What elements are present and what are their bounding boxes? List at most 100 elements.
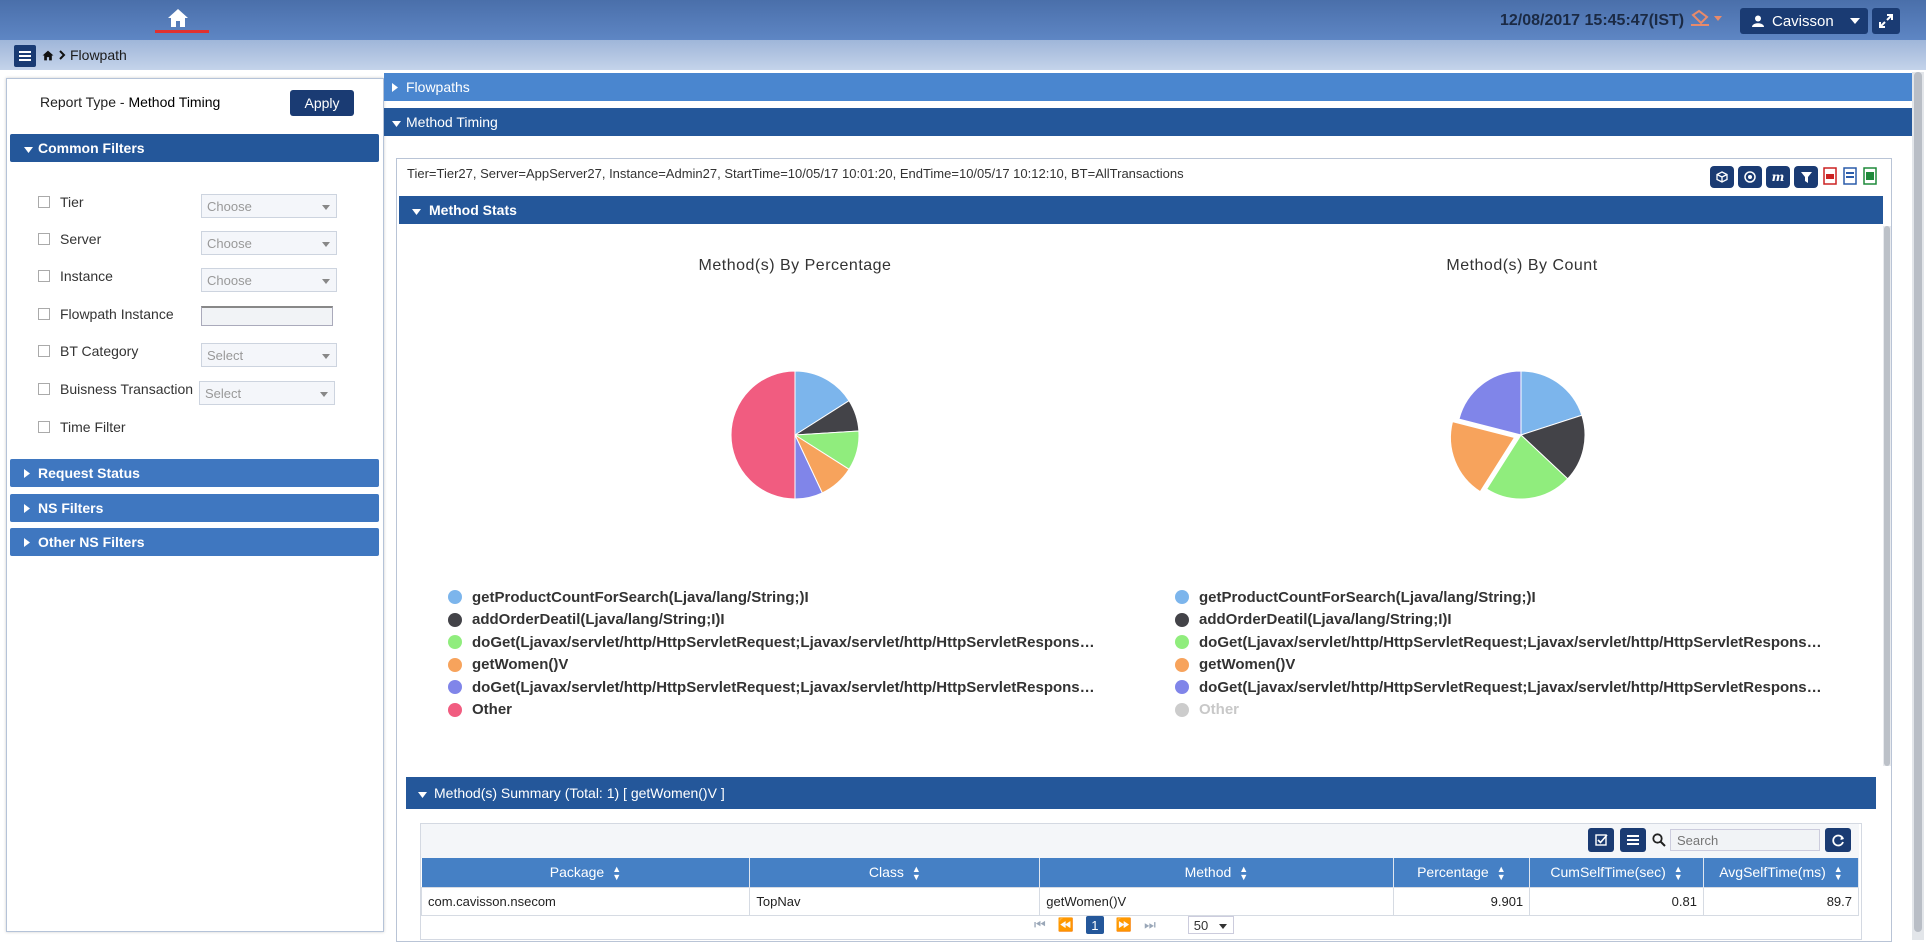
apply-button[interactable]: Apply bbox=[290, 90, 354, 116]
table-row[interactable]: com.cavisson.nsecom TopNav getWomen()V 9… bbox=[420, 887, 1860, 916]
home-icon[interactable] bbox=[160, 6, 196, 30]
database-icon[interactable] bbox=[1738, 166, 1762, 188]
cell-avgselftime: 89.7 bbox=[1702, 887, 1860, 916]
ns-filters-header[interactable]: NS Filters bbox=[10, 494, 379, 522]
pie-chart-percentage bbox=[730, 370, 860, 500]
legend-item[interactable]: doGet(Ljavax/servlet/http/HttpServletReq… bbox=[448, 676, 1148, 699]
alert-icon[interactable] bbox=[1690, 9, 1724, 32]
instance-checkbox[interactable] bbox=[38, 270, 50, 282]
legend-label: getProductCountForSearch(Ljava/lang/Stri… bbox=[472, 588, 809, 606]
user-menu-button[interactable]: Cavisson bbox=[1740, 8, 1868, 34]
legend-item[interactable]: addOrderDeatil(Ljava/lang/String;I)I bbox=[448, 609, 1148, 632]
filter-label: Buisness Transaction bbox=[60, 381, 194, 397]
panel-toolbar: m bbox=[1710, 166, 1878, 188]
pdf-export-icon[interactable] bbox=[1822, 166, 1838, 186]
server-select[interactable]: Choose bbox=[201, 231, 337, 255]
report-type: Report Type - Method Timing bbox=[40, 94, 220, 110]
caret-down-icon bbox=[24, 140, 33, 156]
flowpath-instance-input[interactable] bbox=[201, 306, 333, 326]
sort-icon: ▲ ▼ bbox=[1496, 864, 1506, 883]
excel-export-icon[interactable] bbox=[1862, 166, 1878, 186]
server-checkbox[interactable] bbox=[38, 233, 50, 245]
legend-item[interactable]: getWomen()V bbox=[448, 654, 1148, 677]
chevron-down-icon bbox=[1850, 18, 1860, 24]
legend-item[interactable]: getProductCountForSearch(Ljava/lang/Stri… bbox=[448, 586, 1148, 609]
column-header-cumselftime[interactable]: CumSelfTime(sec) ▲ ▼ bbox=[1529, 858, 1704, 888]
bt-category-checkbox[interactable] bbox=[38, 345, 50, 357]
tier-select[interactable]: Choose bbox=[201, 194, 337, 218]
sort-icon: ▲ ▼ bbox=[911, 864, 921, 883]
legend-item[interactable]: getProductCountForSearch(Ljava/lang/Stri… bbox=[1175, 586, 1875, 609]
chart-title: Method(s) By Percentage bbox=[698, 257, 892, 274]
filter-flowpath-instance: Flowpath Instance bbox=[38, 306, 174, 322]
menu-button[interactable] bbox=[14, 45, 36, 67]
table-search-input[interactable] bbox=[1670, 829, 1820, 851]
page-scrollbar[interactable] bbox=[1912, 72, 1924, 940]
method-summary-header[interactable]: Method(s) Summary (Total: 1) [ getWomen(… bbox=[406, 777, 1876, 809]
page-size-select[interactable]: 50 bbox=[1187, 916, 1234, 934]
bt-category-select[interactable]: Select bbox=[201, 343, 337, 367]
other-ns-filters-header[interactable]: Other NS Filters bbox=[10, 528, 379, 556]
business-transaction-select[interactable]: Select bbox=[199, 381, 335, 405]
legend-item[interactable]: addOrderDeatil(Ljava/lang/String;I)I bbox=[1175, 609, 1875, 632]
legend-marker bbox=[448, 702, 462, 717]
tier-checkbox[interactable] bbox=[38, 196, 50, 208]
legend-marker bbox=[1175, 590, 1189, 605]
section-label: NS Filters bbox=[38, 500, 104, 516]
refresh-icon bbox=[1831, 834, 1844, 846]
scrollbar-thumb[interactable] bbox=[1884, 226, 1890, 766]
time-filter-checkbox[interactable] bbox=[38, 421, 50, 433]
last-page-icon[interactable]: ⏭ bbox=[1144, 917, 1156, 933]
stats-scrollbar[interactable] bbox=[1883, 226, 1891, 766]
column-header-package[interactable]: Package ▲ ▼ bbox=[421, 858, 751, 888]
previous-page-icon[interactable]: ⏪ bbox=[1058, 917, 1074, 933]
list-icon bbox=[1627, 835, 1639, 845]
common-filters-header[interactable]: Common Filters bbox=[10, 134, 379, 162]
legend-item[interactable]: doGet(Ljavax/servlet/http/HttpServletReq… bbox=[1175, 676, 1875, 699]
legend-label: getWomen()V bbox=[1199, 656, 1296, 674]
flowpath-instance-checkbox[interactable] bbox=[38, 308, 50, 320]
scrollbar-thumb[interactable] bbox=[1914, 72, 1922, 932]
home-icon[interactable] bbox=[42, 50, 54, 61]
method-stats-label: Method Stats bbox=[429, 202, 517, 218]
column-header-method[interactable]: Method ▲ ▼ bbox=[1039, 858, 1394, 888]
next-page-icon[interactable]: ⏩ bbox=[1116, 917, 1132, 933]
current-page[interactable]: 1 bbox=[1085, 916, 1104, 934]
instance-select[interactable]: Choose bbox=[201, 268, 337, 292]
legend-marker bbox=[1175, 702, 1189, 717]
select-value: Select bbox=[207, 347, 244, 363]
column-header-class[interactable]: Class ▲ ▼ bbox=[749, 858, 1041, 888]
select-value: Select bbox=[205, 385, 242, 401]
breadcrumb-current[interactable]: Flowpath bbox=[70, 47, 127, 63]
common-filters-label: Common Filters bbox=[38, 140, 145, 156]
method-timing-header[interactable]: Method Timing bbox=[384, 108, 1914, 136]
pie-slice[interactable] bbox=[730, 370, 796, 500]
refresh-button[interactable] bbox=[1825, 828, 1851, 852]
flowpaths-header[interactable]: Flowpaths bbox=[384, 73, 1914, 101]
first-page-icon[interactable]: ⏮ bbox=[1034, 917, 1046, 933]
sort-icon: ▲ ▼ bbox=[1833, 864, 1843, 883]
legend-percentage: getProductCountForSearch(Ljava/lang/Stri… bbox=[448, 586, 1148, 721]
list-view-button[interactable] bbox=[1620, 828, 1646, 852]
legend-item[interactable]: doGet(Ljavax/servlet/http/HttpServletReq… bbox=[448, 631, 1148, 654]
legend-item[interactable]: doGet(Ljavax/servlet/http/HttpServletReq… bbox=[1175, 631, 1875, 654]
breadcrumb-bar bbox=[0, 40, 1926, 70]
legend-item[interactable]: Other bbox=[448, 699, 1148, 722]
business-transaction-checkbox[interactable] bbox=[38, 383, 50, 395]
method-icon[interactable]: m bbox=[1766, 166, 1790, 188]
checklist-icon bbox=[1594, 834, 1608, 846]
cell-percentage: 9.901 bbox=[1392, 887, 1531, 916]
filter-icon[interactable] bbox=[1794, 166, 1818, 188]
cube-icon[interactable] bbox=[1710, 166, 1734, 188]
column-header-avgselftime[interactable]: AvgSelfTime(ms) ▲ ▼ bbox=[1703, 858, 1860, 888]
fullscreen-button[interactable] bbox=[1872, 8, 1900, 34]
legend-item[interactable]: Other bbox=[1175, 699, 1875, 722]
column-header-percentage[interactable]: Percentage ▲ ▼ bbox=[1393, 858, 1531, 888]
legend-item[interactable]: getWomen()V bbox=[1175, 654, 1875, 677]
word-export-icon[interactable] bbox=[1842, 166, 1858, 186]
method-stats-header[interactable]: Method Stats bbox=[399, 196, 1883, 224]
request-status-header[interactable]: Request Status bbox=[10, 459, 379, 487]
select-columns-button[interactable] bbox=[1588, 828, 1614, 852]
method-timing-label: Method Timing bbox=[406, 114, 498, 130]
cell-method: getWomen()V bbox=[1039, 887, 1394, 916]
